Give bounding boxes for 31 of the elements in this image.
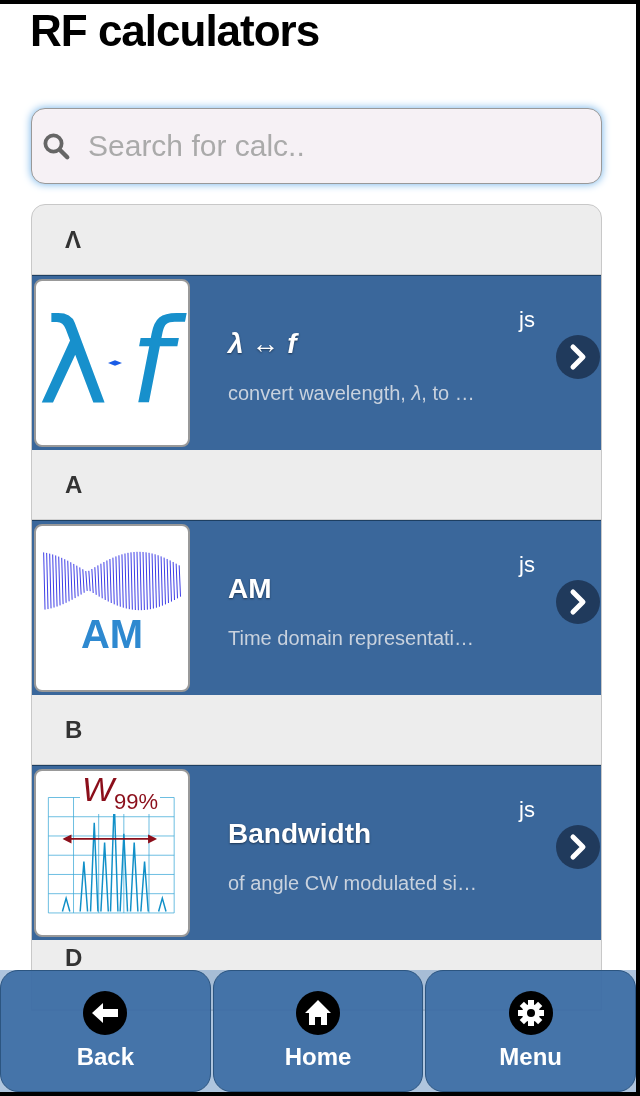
- chevron-right-icon[interactable]: [556, 335, 600, 379]
- lambda-symbol: λ: [38, 295, 109, 431]
- section-letter: D: [65, 944, 83, 972]
- search-field[interactable]: Search for calc..: [31, 108, 602, 184]
- section-letter: A: [65, 470, 83, 499]
- section-letter: Λ: [65, 225, 81, 254]
- calculator-item[interactable]: AM AM Time domain representati… js: [32, 520, 601, 695]
- calculator-item[interactable]: W$_{99%}$ Bandwidth of angle CW modulated si… js: [32, 765, 601, 940]
- nav-button[interactable]: Home: [212, 970, 424, 1092]
- chevron-right-icon[interactable]: [556, 580, 600, 624]
- item-description: convert wavelength, λ, to …: [228, 381, 476, 405]
- js-tag: js: [519, 797, 535, 823]
- item-description: of angle CW modulated si…: [228, 871, 478, 895]
- item-title: λ ↔ f: [228, 327, 300, 360]
- home-icon: [296, 991, 340, 1035]
- page-title: RF calculators: [29, 5, 321, 57]
- f-symbol: f: [122, 295, 186, 431]
- js-tag: js: [519, 307, 535, 333]
- js-tag: js: [519, 552, 535, 578]
- section-letter: B: [65, 715, 83, 744]
- diamond-icon: [108, 359, 123, 367]
- item-title: Bandwidth: [228, 817, 373, 850]
- settings-icon: [508, 991, 553, 1035]
- am-label: AM: [79, 612, 145, 657]
- chevron-right-icon[interactable]: [556, 825, 600, 869]
- item-description: Time domain representati…: [228, 626, 476, 650]
- item-title: AM: [228, 572, 273, 605]
- nav-button[interactable]: Menu: [425, 970, 636, 1092]
- nav-button[interactable]: Back: [0, 970, 211, 1092]
- search-icon: [41, 131, 71, 161]
- calculator-item[interactable]: λ f λ ↔ f convert wavelength, λ, to … js: [32, 275, 601, 450]
